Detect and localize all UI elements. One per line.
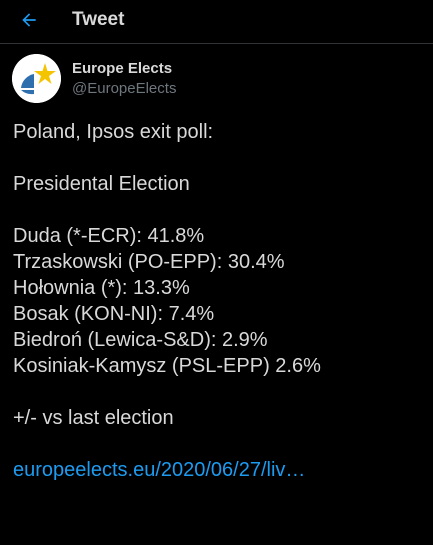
europe-elects-logo [12,54,61,103]
arrow-left-icon [19,10,39,30]
avatar[interactable] [12,54,61,103]
tweet-intro: Poland, Ipsos exit poll: [13,121,214,143]
author-handle[interactable]: @EuropeElects [72,80,176,97]
tweet-text: Poland, Ipsos exit poll: Presidental Ele… [13,119,423,483]
result-line: Trzaskowski (PO-EPP): 30.4% [13,251,285,273]
result-line: Kosiniak-Kamysz (PSL-EPP) 2.6% [13,355,321,377]
author-display-name[interactable]: Europe Elects [72,60,172,77]
top-bar: Tweet [0,0,433,44]
result-line: Biedroń (Lewica-S&D): 2.9% [13,329,268,351]
page-title: Tweet [72,9,125,30]
tweet-note: +/- vs last election [13,407,174,429]
tweet-link[interactable]: europeelects.eu/2020/06/27/liv… [13,459,305,481]
tweet-author: Europe Elects @EuropeElects [0,54,433,104]
tweet-subtitle: Presidental Election [13,173,190,195]
result-line: Hołownia (*): 13.3% [13,277,190,299]
result-line: Bosak (KON-NI): 7.4% [13,303,215,325]
result-line: Duda (*-ECR): 41.8% [13,225,205,247]
back-button[interactable] [14,5,44,35]
